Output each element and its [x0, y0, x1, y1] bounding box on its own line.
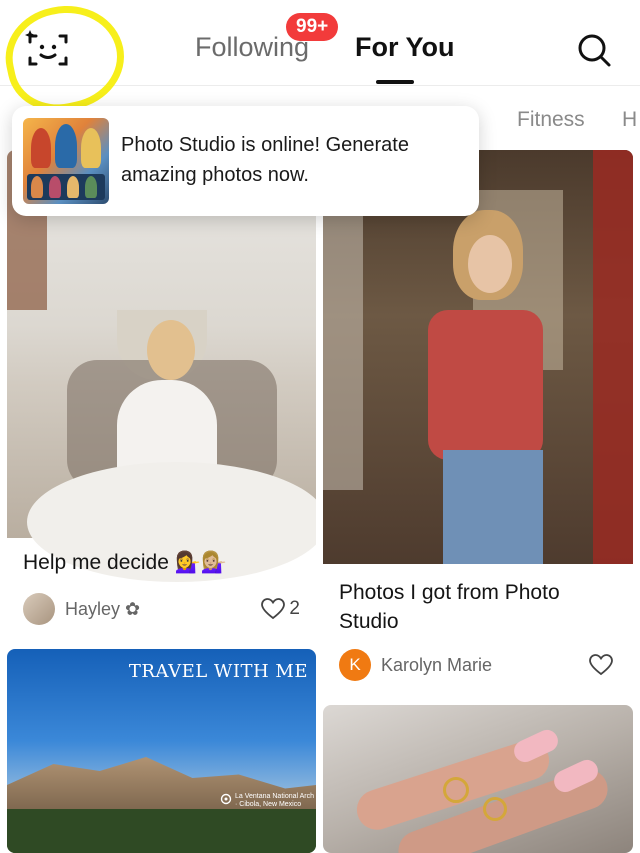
- top-navigation-bar: Following 99+ For You: [0, 0, 640, 122]
- author-name: Hayley ✿: [65, 598, 141, 619]
- active-tab-indicator: [376, 80, 414, 84]
- post-image: TRAVEL WITH ME La Ventana National Arch …: [7, 649, 316, 853]
- category-fitness[interactable]: Fitness: [517, 108, 585, 132]
- photo-studio-thumbnail: [23, 118, 109, 204]
- post-title: Photos I got from Photo Studio: [339, 581, 560, 633]
- feed-card[interactable]: TRAVEL WITH ME La Ventana National Arch …: [7, 649, 316, 853]
- author-name: Karolyn Marie: [381, 654, 493, 675]
- feed-card[interactable]: [323, 705, 633, 853]
- photo-studio-tooltip[interactable]: Photo Studio is online! Generate amazing…: [12, 106, 479, 216]
- heart-icon: [589, 654, 613, 676]
- author-info[interactable]: Hayley ✿: [23, 592, 140, 626]
- search-icon: [578, 34, 611, 67]
- feed-card[interactable]: Photos I got from Photo Studio K Karolyn…: [323, 150, 633, 698]
- post-image: [323, 705, 633, 853]
- post-title: Help me decide 💁‍♀️💁🏼‍♀️: [23, 551, 228, 574]
- tab-for-you[interactable]: For You: [355, 32, 455, 63]
- like-count: 2: [289, 598, 300, 619]
- author-info[interactable]: K Karolyn Marie: [339, 648, 492, 682]
- avatar: K: [339, 649, 371, 681]
- category-partial[interactable]: H: [622, 108, 637, 132]
- search-button[interactable]: [576, 32, 612, 68]
- heart-icon: [261, 598, 286, 620]
- location-label: La Ventana National Arch · Cibola, New M…: [235, 793, 315, 808]
- like-button[interactable]: [589, 654, 617, 676]
- overlay-title: TRAVEL WITH ME: [128, 661, 308, 682]
- feed-card[interactable]: Help me decide 💁‍♀️💁🏼‍♀️ Hayley ✿ 2: [7, 150, 316, 642]
- notification-badge: 99+: [286, 13, 339, 41]
- tooltip-message: Photo Studio is online! Generate amazing…: [121, 134, 409, 186]
- like-button[interactable]: 2: [261, 598, 300, 620]
- avatar: [23, 593, 55, 625]
- location-pin-icon: [220, 793, 232, 805]
